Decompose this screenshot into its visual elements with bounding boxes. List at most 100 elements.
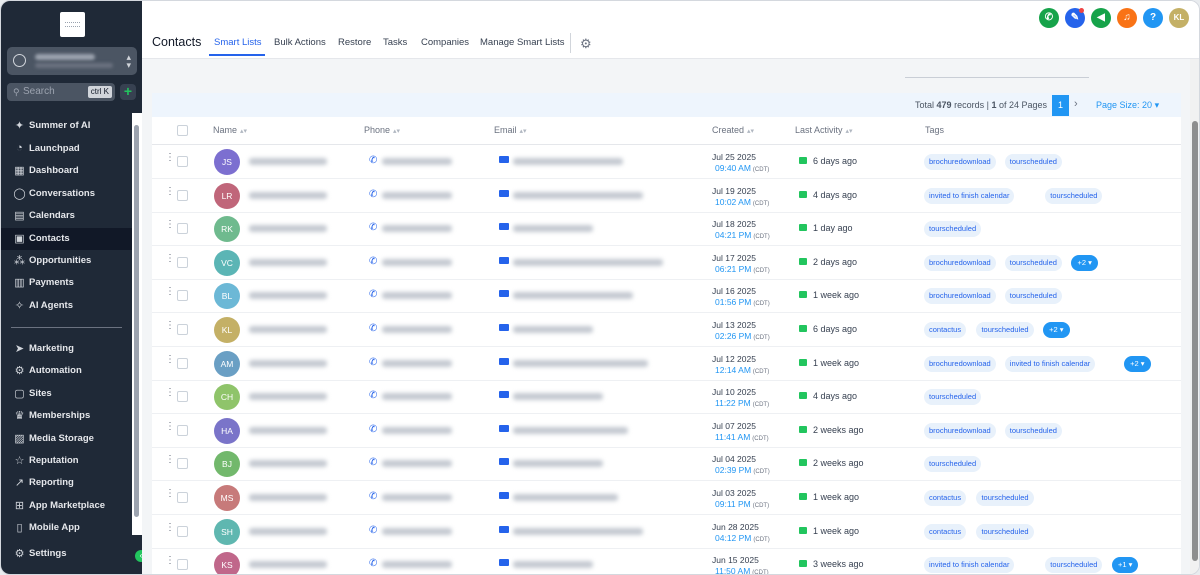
table-row[interactable]: ⋮ SH ✆ Jun 28 2025 04:12 PM (CDT) 1 week ago co…: [152, 515, 1181, 549]
row-menu-icon[interactable]: ⋮: [165, 153, 175, 163]
column-header-phone[interactable]: Phone ▴▾: [364, 125, 400, 135]
contact-name-redacted[interactable]: [249, 527, 327, 535]
email-icon[interactable]: [499, 458, 509, 466]
sidebar-item-launchpad[interactable]: ◔ Launchpad: [1, 138, 132, 160]
row-menu-icon[interactable]: ⋮: [165, 220, 175, 230]
tag-badge[interactable]: tourscheduled: [1045, 187, 1103, 204]
table-row[interactable]: ⋮ LR ✆ Jul 19 2025 10:02 AM (CDT) 4 days ago in…: [152, 179, 1181, 213]
tab-companies[interactable]: Companies: [421, 37, 469, 48]
sidebar-item-contacts[interactable]: ▣ Contacts: [1, 228, 132, 250]
row-checkbox[interactable]: [177, 156, 188, 167]
row-checkbox[interactable]: [177, 223, 188, 235]
row-checkbox[interactable]: [177, 391, 188, 403]
sidebar-item-app-marketplace[interactable]: ⊞ App Marketplace: [1, 495, 132, 517]
tag-badge[interactable]: tourscheduled: [1004, 254, 1062, 271]
contact-email-redacted[interactable]: [513, 292, 633, 300]
contact-email-redacted[interactable]: [513, 393, 603, 401]
company-logo[interactable]: [60, 12, 85, 37]
tag-badge[interactable]: invited to finish calendar: [1004, 355, 1096, 372]
email-icon[interactable]: [499, 223, 509, 231]
select-all-checkbox[interactable]: [177, 125, 188, 136]
sidebar-item-opportunities[interactable]: ⁂ Opportunities: [1, 250, 132, 272]
contact-email-redacted[interactable]: [513, 191, 643, 199]
tag-badge[interactable]: tourscheduled: [924, 456, 982, 473]
phone-icon[interactable]: ✆: [369, 189, 377, 200]
table-row[interactable]: ⋮ KS ✆ Jun 15 2025 11:50 AM (CDT) 3 weeks ago i…: [152, 548, 1181, 574]
sidebar-item-dashboard[interactable]: ▦ Dashboard: [1, 160, 132, 182]
email-icon[interactable]: [499, 256, 509, 264]
phone-icon[interactable]: ✆: [369, 558, 377, 569]
contact-email-redacted[interactable]: [513, 326, 593, 333]
table-row[interactable]: ⋮ HA ✆ Jul 07 2025 11:41 AM (CDT) 2 weeks ago b…: [152, 414, 1181, 448]
phone-icon[interactable]: ✆: [369, 457, 377, 468]
contact-phone-redacted[interactable]: [382, 292, 452, 300]
tab-tasks[interactable]: Tasks: [383, 37, 407, 48]
contact-phone-redacted[interactable]: [382, 225, 452, 233]
row-menu-icon[interactable]: ⋮: [165, 455, 175, 465]
contact-name-redacted[interactable]: [249, 158, 327, 165]
row-checkbox[interactable]: [177, 189, 188, 201]
phone-icon[interactable]: ✆: [369, 323, 377, 334]
email-icon[interactable]: [499, 525, 509, 533]
row-checkbox[interactable]: [177, 525, 188, 537]
contact-email-redacted[interactable]: [513, 225, 593, 233]
contact-phone-redacted[interactable]: [382, 258, 452, 266]
contact-phone-redacted[interactable]: [382, 359, 452, 367]
sidebar-item-media-storage[interactable]: ▨ Media Storage: [1, 428, 132, 450]
tab-bulk-actions[interactable]: Bulk Actions: [274, 37, 326, 48]
sort-icon[interactable]: ▴▾: [747, 128, 754, 135]
tag-badge[interactable]: tourscheduled: [1004, 422, 1062, 439]
email-icon[interactable]: [499, 559, 509, 567]
column-header-last-activity[interactable]: Last Activity ▴▾: [795, 125, 853, 135]
row-checkbox[interactable]: [177, 424, 188, 436]
next-page-icon[interactable]: ›: [1074, 98, 1078, 110]
contact-name-redacted[interactable]: [249, 258, 327, 266]
account-switcher[interactable]: ▴ ▾: [7, 47, 137, 75]
row-menu-icon[interactable]: ⋮: [165, 253, 175, 263]
tab-smart-lists[interactable]: Smart Lists: [214, 37, 262, 48]
contact-name-redacted[interactable]: [249, 359, 327, 367]
tag-badge[interactable]: contactus: [924, 490, 967, 506]
email-icon[interactable]: [499, 424, 509, 432]
row-menu-icon[interactable]: ⋮: [165, 556, 175, 566]
tag-badge[interactable]: tourscheduled: [924, 221, 982, 238]
search-input[interactable]: ⚲ Search ctrl K: [7, 83, 115, 101]
user-avatar[interactable]: KL: [1169, 8, 1189, 28]
contact-email-redacted[interactable]: [513, 258, 663, 266]
row-checkbox[interactable]: [177, 290, 188, 302]
row-menu-icon[interactable]: ⋮: [165, 489, 175, 499]
tag-badge[interactable]: tourscheduled: [976, 523, 1034, 540]
contact-email-redacted[interactable]: [513, 561, 593, 569]
more-tags-button[interactable]: +2 ▾: [1124, 355, 1151, 372]
table-row[interactable]: ⋮ AM ✆ Jul 12 2025 12:14 AM (CDT) 1 week ago br…: [152, 347, 1181, 381]
row-menu-icon[interactable]: ⋮: [165, 522, 175, 532]
sidebar-item-memberships[interactable]: ♛ Memberships: [1, 405, 132, 427]
sidebar-item-reporting[interactable]: ↗ Reporting: [1, 472, 132, 494]
contact-phone-redacted[interactable]: [382, 460, 452, 468]
column-header-name[interactable]: Name ▴▾: [213, 125, 247, 135]
column-header-created[interactable]: Created ▴▾: [712, 125, 754, 135]
email-icon[interactable]: [499, 156, 509, 163]
more-tags-button[interactable]: +1 ▾: [1111, 557, 1139, 574]
row-menu-icon[interactable]: ⋮: [165, 287, 175, 297]
tag-badge[interactable]: contactus: [924, 523, 967, 540]
table-row[interactable]: ⋮ BJ ✆ Jul 04 2025 02:39 PM (CDT) 2 weeks ago t…: [152, 447, 1181, 482]
row-checkbox[interactable]: [177, 559, 188, 571]
tag-badge[interactable]: brochuredownload: [924, 154, 996, 170]
phone-icon[interactable]: ✆: [369, 491, 377, 502]
phone-icon[interactable]: ✆: [369, 390, 377, 401]
contact-name-redacted[interactable]: [249, 225, 327, 233]
tag-badge[interactable]: tourscheduled: [1004, 154, 1062, 170]
sort-icon[interactable]: ▴▾: [393, 128, 400, 135]
sidebar-item-settings[interactable]: ⚙ Settings: [1, 543, 132, 565]
tag-badge[interactable]: brochuredownload: [924, 288, 996, 305]
more-tags-button[interactable]: +2 ▾: [1043, 322, 1070, 338]
page-size-select[interactable]: Page Size: 20 ▾: [1096, 100, 1159, 111]
row-menu-icon[interactable]: ⋮: [165, 421, 175, 431]
contact-phone-redacted[interactable]: [382, 158, 452, 165]
phone-icon[interactable]: ✆: [369, 525, 377, 536]
tag-badge[interactable]: tourscheduled: [1045, 557, 1103, 574]
contact-email-redacted[interactable]: [513, 460, 603, 468]
announcement-button[interactable]: ◀: [1091, 8, 1111, 28]
column-header-email[interactable]: Email ▴▾: [494, 125, 527, 135]
